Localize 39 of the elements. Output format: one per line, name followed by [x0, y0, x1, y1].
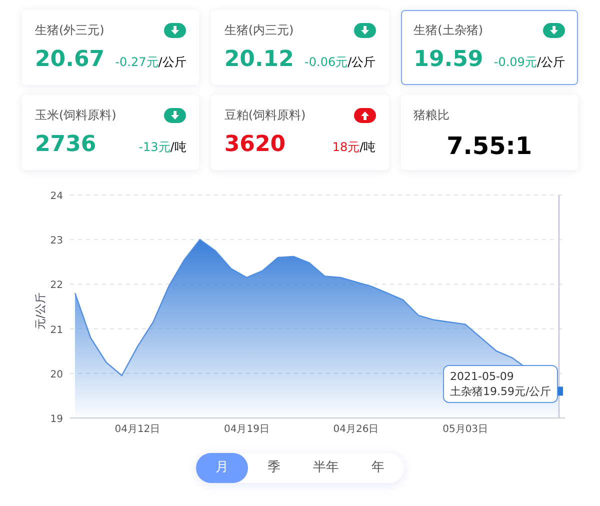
- x-tick-label: 04月26日: [333, 424, 379, 435]
- price-card[interactable]: 生猪(土杂猪) 19.59 -0.09元/公斤: [400, 10, 578, 85]
- price-change: -13元/吨: [138, 139, 186, 156]
- price-value: 20.12: [224, 46, 294, 74]
- tooltip-value: 土杂猪19.59元/公斤: [450, 384, 552, 399]
- price-change: -0.06元/公斤: [304, 54, 376, 71]
- price-value: 19.59: [414, 46, 484, 74]
- price-card[interactable]: 生猪(内三元) 20.12 -0.06元/公斤: [211, 10, 389, 85]
- price-card[interactable]: 豆粕(饲料原料) 3620 18元/吨: [211, 95, 389, 170]
- card-title: 玉米(饲料原料): [35, 107, 116, 124]
- price-card[interactable]: 玉米(饲料原料) 2736 -13元/吨: [22, 95, 200, 170]
- price-value: 2736: [35, 131, 96, 159]
- card-title: 猪粮比: [414, 107, 450, 124]
- ratio-value: 7.55:1: [446, 131, 532, 162]
- price-value: 20.67: [35, 46, 105, 74]
- period-tab[interactable]: 半年: [300, 453, 352, 483]
- y-tick-label: 21: [50, 324, 63, 336]
- card-title: 生猪(内三元): [224, 22, 294, 39]
- period-tab[interactable]: 季: [248, 453, 300, 483]
- card-title: 豆粕(饲料原料): [224, 107, 306, 124]
- card-title: 生猪(外三元): [35, 22, 104, 39]
- price-card[interactable]: 猪粮比 7.55:1: [400, 95, 578, 170]
- y-tick-label: 19: [50, 414, 63, 425]
- tooltip-date: 2021-05-09: [450, 369, 515, 384]
- price-change: 18元/吨: [332, 139, 376, 156]
- price-change: -0.27元/公斤: [115, 54, 186, 71]
- y-tick-label: 23: [50, 236, 63, 247]
- y-tick-label: 20: [50, 369, 63, 380]
- y-tick-label: 24: [50, 191, 63, 202]
- price-card[interactable]: 生猪(外三元) 20.67 -0.27元/公斤: [22, 10, 200, 85]
- card-title: 生猪(土杂猪): [414, 22, 484, 39]
- x-tick-label: 05月03日: [442, 424, 488, 435]
- y-axis-label: 元/公斤: [34, 292, 47, 330]
- price-value: 3620: [224, 131, 286, 159]
- x-tick-label: 04月12日: [114, 424, 160, 435]
- price-change: -0.09元/公斤: [494, 54, 565, 71]
- period-tab[interactable]: 年: [352, 453, 404, 483]
- x-tick-label: 04月19日: [224, 424, 270, 435]
- y-tick-label: 22: [50, 280, 63, 292]
